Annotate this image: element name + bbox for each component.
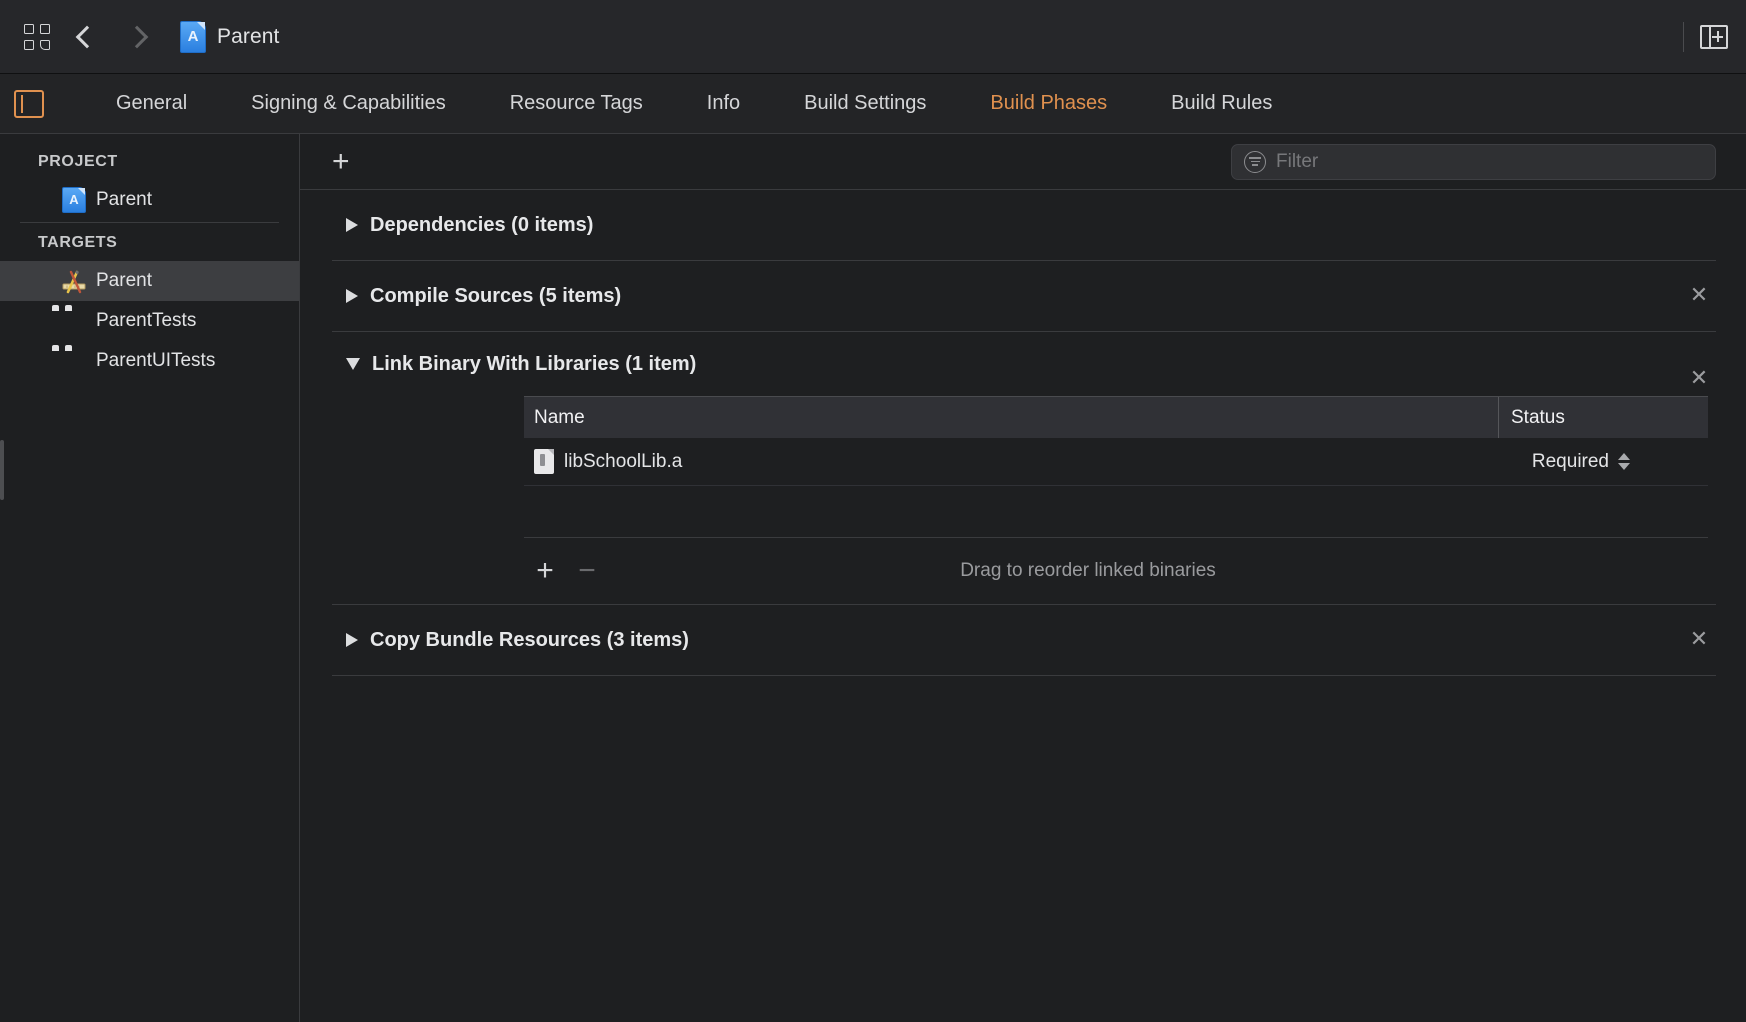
- phase-compile-sources: Compile Sources (5 items) ✕: [332, 261, 1716, 332]
- xcode-project-icon: A: [62, 187, 86, 213]
- add-editor-icon[interactable]: [1700, 24, 1728, 49]
- table-header-row: Name Status: [524, 396, 1708, 438]
- chevron-left-icon: [75, 25, 99, 48]
- column-header-status[interactable]: Status: [1498, 397, 1708, 438]
- breadcrumb[interactable]: A Parent: [180, 20, 280, 53]
- phase-body: Name Status libSchoolLib.a Required + − …: [332, 396, 1716, 604]
- phase-link-binary-with-libraries: Link Binary With Libraries (1 item) ✕ Na…: [332, 332, 1716, 605]
- phase-title: Copy Bundle Resources (3 items): [370, 628, 689, 651]
- target-editor-tabbar: General Signing & Capabilities Resource …: [0, 74, 1746, 134]
- forward-button[interactable]: [114, 14, 160, 60]
- sidebar-divider: [20, 222, 279, 223]
- tab-signing[interactable]: Signing & Capabilities: [219, 92, 478, 115]
- toolbar-divider: [1683, 21, 1684, 52]
- toolbar-right-group: [1683, 21, 1728, 52]
- chevron-right-icon: [125, 25, 149, 48]
- sidebar-item-target-parentuitests[interactable]: ParentUITests: [0, 341, 299, 381]
- xcode-project-icon: A: [180, 20, 206, 53]
- tab-list: General Signing & Capabilities Resource …: [84, 92, 1304, 115]
- sidebar-item-target-parent[interactable]: Parent: [0, 261, 299, 301]
- phase-list: Dependencies (0 items) Compile Sources (…: [300, 190, 1746, 676]
- phase-header[interactable]: Compile Sources (5 items): [332, 261, 1716, 331]
- sidebar-item-label: Parent: [96, 189, 152, 210]
- filter-field[interactable]: [1231, 143, 1716, 180]
- phase-title: Compile Sources (5 items): [370, 284, 622, 307]
- column-header-name[interactable]: Name: [524, 407, 1498, 429]
- tab-info[interactable]: Info: [675, 92, 772, 115]
- remove-library-button[interactable]: −: [566, 556, 608, 586]
- archive-file-icon: [534, 449, 554, 474]
- build-phases-header: +: [300, 134, 1746, 190]
- phase-header[interactable]: Link Binary With Libraries (1 item): [332, 332, 1716, 396]
- project-section-header: PROJECT: [38, 153, 118, 170]
- targets-section-header: TARGETS: [38, 234, 118, 251]
- disclosure-right-icon[interactable]: [346, 289, 358, 303]
- back-button[interactable]: [64, 14, 110, 60]
- toolbar-left-group: A Parent: [14, 14, 279, 60]
- library-name-label: libSchoolLib.a: [564, 450, 683, 472]
- xcode-window: A Parent General Signing & Capabilities …: [0, 0, 1746, 1022]
- library-status-popup[interactable]: Required: [1498, 451, 1708, 473]
- table-row[interactable]: libSchoolLib.a Required: [524, 438, 1708, 486]
- sidebar-item-label: ParentTests: [96, 310, 197, 331]
- phase-header[interactable]: Dependencies (0 items): [332, 190, 1716, 260]
- tab-build-rules[interactable]: Build Rules: [1139, 92, 1304, 115]
- build-phases-pane: + Dependencies (0 items): [300, 134, 1746, 1022]
- tab-build-settings[interactable]: Build Settings: [772, 92, 958, 115]
- sidebar-scrollbar[interactable]: [0, 440, 4, 500]
- app-target-icon: [62, 268, 86, 294]
- remove-phase-button[interactable]: ✕: [1688, 628, 1710, 651]
- reorder-hint: Drag to reorder linked binaries: [960, 560, 1216, 581]
- remove-phase-button[interactable]: ✕: [1688, 367, 1710, 390]
- inspector-toggle-icon[interactable]: [14, 89, 44, 118]
- library-status-label: Required: [1531, 450, 1609, 472]
- add-build-phase-button[interactable]: +: [324, 146, 358, 177]
- test-bundle-icon: [62, 348, 86, 374]
- sidebar-item-project-parent[interactable]: A Parent: [0, 180, 299, 220]
- disclosure-right-icon[interactable]: [346, 633, 358, 647]
- editor-body: PROJECT A Parent TARGETS Parent ParentTe…: [0, 134, 1746, 1022]
- sidebar-item-label: Parent: [96, 270, 152, 291]
- disclosure-down-icon[interactable]: [346, 358, 360, 370]
- linked-binaries-table: Name Status libSchoolLib.a Required: [524, 396, 1708, 538]
- phase-title: Link Binary With Libraries (1 item): [372, 352, 697, 375]
- sidebar-item-label: ParentUITests: [96, 350, 216, 371]
- page-title: Parent: [217, 24, 280, 48]
- tab-resource-tags[interactable]: Resource Tags: [478, 92, 675, 115]
- filter-icon: [1244, 150, 1266, 173]
- toolbar: A Parent: [0, 0, 1746, 74]
- grid-icon: [24, 23, 50, 50]
- tab-build-phases[interactable]: Build Phases: [958, 92, 1139, 115]
- phase-title: Dependencies (0 items): [370, 213, 594, 236]
- table-empty-area: [524, 486, 1708, 538]
- library-name-cell: libSchoolLib.a: [524, 449, 1498, 474]
- add-library-button[interactable]: +: [524, 556, 566, 586]
- phase-copy-bundle-resources: Copy Bundle Resources (3 items) ✕: [332, 605, 1716, 676]
- test-bundle-icon: [62, 308, 86, 334]
- chevron-updown-icon[interactable]: [1618, 453, 1630, 470]
- search-input[interactable]: [1276, 150, 1703, 173]
- project-targets-sidebar: PROJECT A Parent TARGETS Parent ParentTe…: [0, 134, 300, 1022]
- tab-general[interactable]: General: [84, 92, 219, 115]
- phase-header[interactable]: Copy Bundle Resources (3 items): [332, 605, 1716, 675]
- linked-binaries-footer: + − Drag to reorder linked binaries: [524, 538, 1708, 604]
- sidebar-item-target-parenttests[interactable]: ParentTests: [0, 301, 299, 341]
- navigator-toggle-button[interactable]: [14, 14, 60, 60]
- disclosure-right-icon[interactable]: [346, 218, 358, 232]
- remove-phase-button[interactable]: ✕: [1688, 284, 1710, 307]
- phase-dependencies: Dependencies (0 items): [332, 190, 1716, 261]
